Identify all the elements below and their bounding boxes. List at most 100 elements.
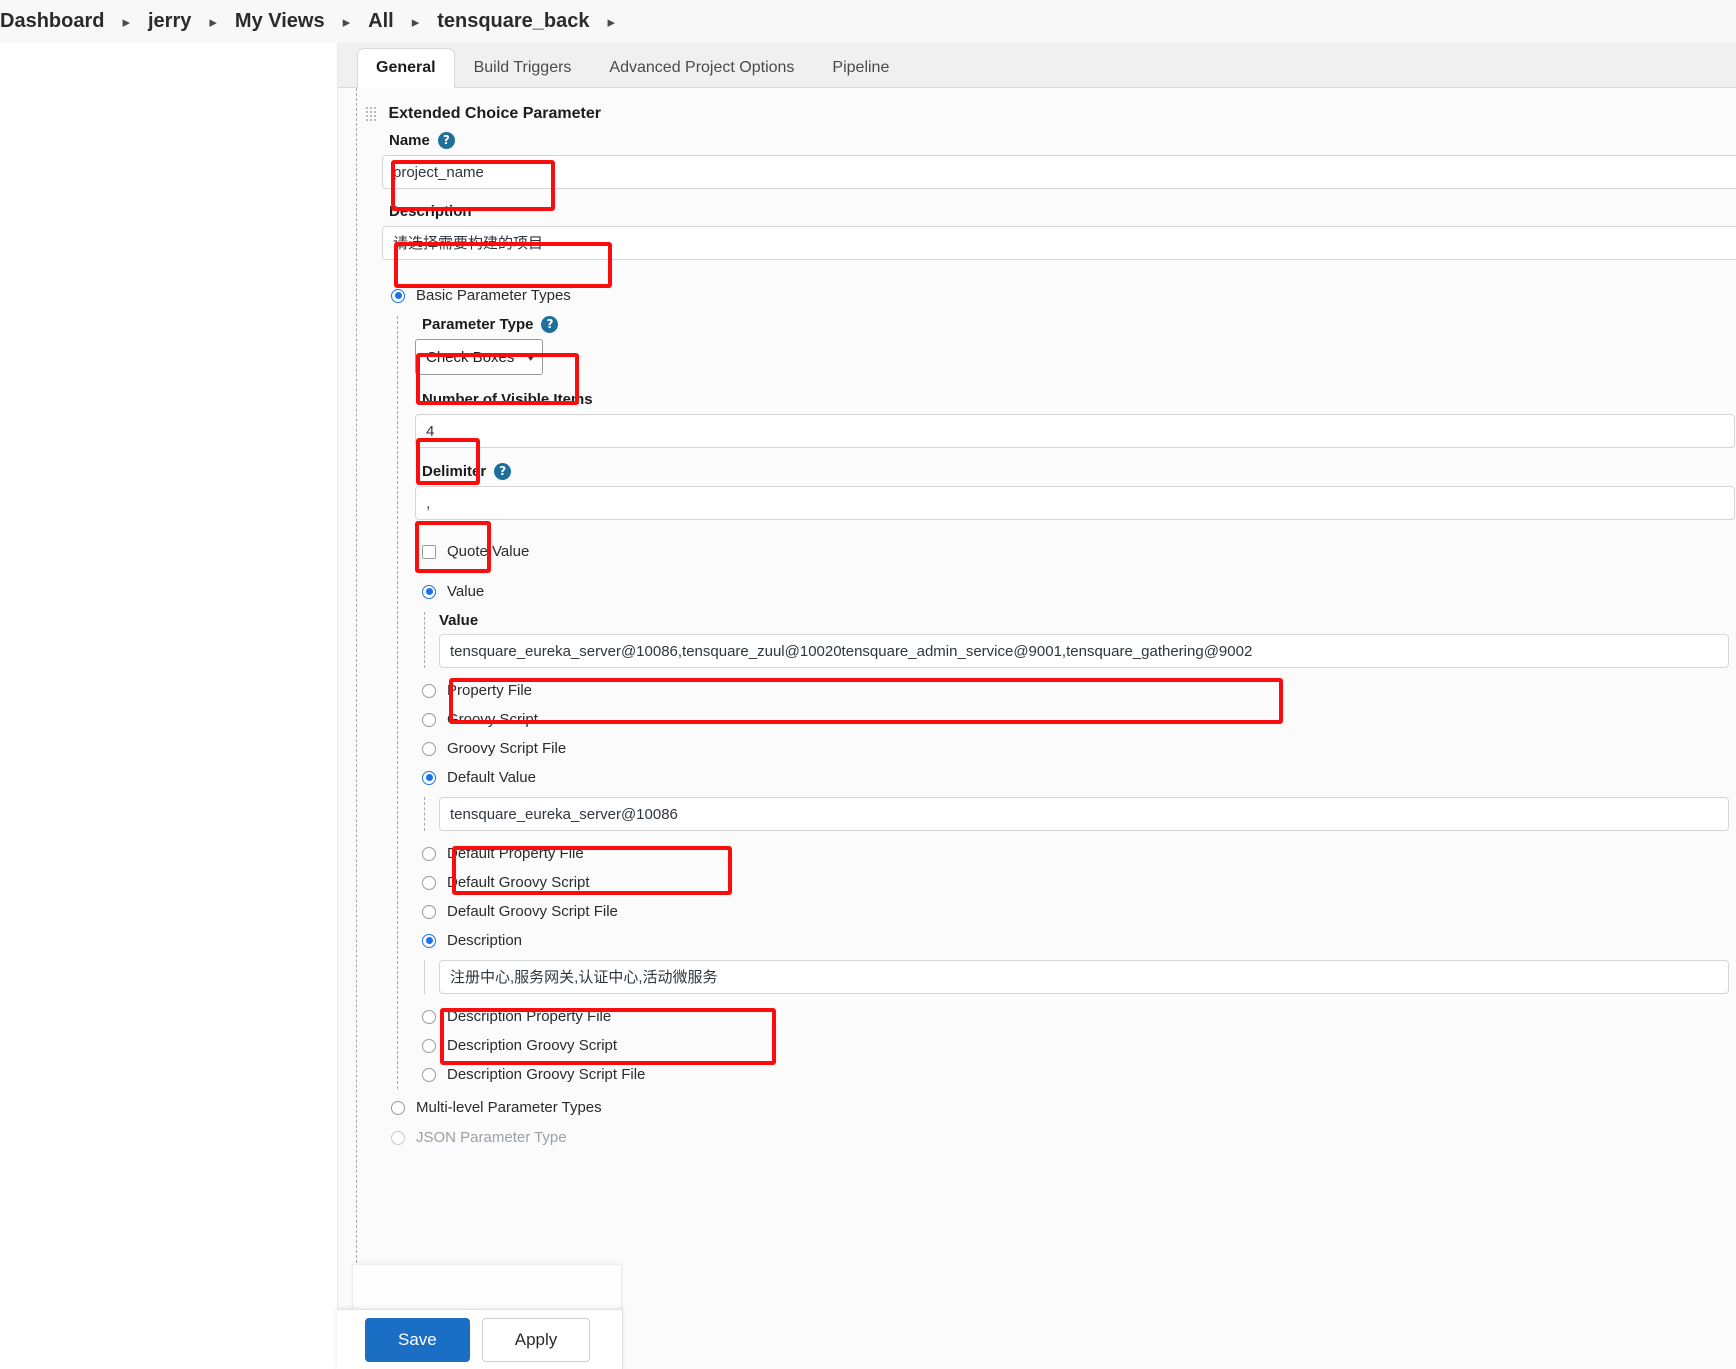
name-input-wrap: project_name: [358, 155, 1736, 190]
description-groovy-script-file-row[interactable]: Description Groovy Script File: [422, 1060, 1736, 1089]
delimiter-label: Delimiter: [422, 463, 487, 481]
parameter-type-selected-value: Check Boxes: [426, 348, 515, 366]
section-title: Extended Choice Parameter: [388, 105, 601, 122]
groovy-script-file-row[interactable]: Groovy Script File: [422, 734, 1736, 763]
apply-button[interactable]: Apply: [481, 1317, 591, 1362]
radio-groovy-script[interactable]: [422, 712, 436, 727]
general-form-body: Extended Choice Parameter Name ? project…: [338, 88, 1736, 1369]
description-value-input[interactable]: 注册中心,服务网关,认证中心,活动微服务: [439, 960, 1729, 995]
breadcrumb-item-all[interactable]: All: [360, 10, 402, 33]
breadcrumb-separator-icon: ▸: [122, 13, 130, 31]
basic-options-group: Parameter Type ? Check Boxes ▾ Number of…: [397, 316, 1736, 1090]
description-property-file-label: Description Property File: [447, 1008, 612, 1026]
radio-basic-parameter-types[interactable]: [391, 288, 405, 303]
description-source-options-group: Description Property File Description Gr…: [422, 1002, 1736, 1089]
radio-multi-level-parameter-types[interactable]: [391, 1100, 405, 1115]
help-icon[interactable]: ?: [494, 463, 512, 481]
radio-property-file[interactable]: [422, 683, 436, 698]
breadcrumb-item-tensquare-back[interactable]: tensquare_back: [429, 10, 597, 33]
radio-description[interactable]: [422, 933, 436, 948]
breadcrumb-item-dashboard[interactable]: Dashboard: [0, 10, 112, 33]
default-value-label: Default Value: [447, 769, 536, 787]
tab-advanced-project-options[interactable]: Advanced Project Options: [590, 48, 813, 88]
description-groovy-script-file-label: Description Groovy Script File: [447, 1066, 646, 1084]
section-header: Extended Choice Parameter: [358, 105, 1736, 123]
radio-json-parameter-type[interactable]: [391, 1130, 405, 1145]
description-source-row[interactable]: Description: [422, 926, 1736, 955]
name-input[interactable]: project_name: [382, 155, 1736, 190]
radio-default-groovy-script[interactable]: [422, 875, 436, 890]
default-property-file-row[interactable]: Default Property File: [422, 839, 1736, 868]
description-groovy-script-row[interactable]: Description Groovy Script: [422, 1031, 1736, 1060]
breadcrumb-separator-icon: ▸: [342, 13, 351, 31]
default-source-options-group: Default Property File Default Groovy Scr…: [422, 839, 1736, 955]
checkbox-quote-value[interactable]: [422, 544, 436, 559]
radio-description-property-file[interactable]: [422, 1009, 436, 1024]
help-icon[interactable]: ?: [541, 316, 559, 334]
json-parameter-type-row[interactable]: JSON Parameter Type: [358, 1123, 1736, 1152]
visible-items-label: Number of Visible Items: [422, 391, 593, 409]
default-value-input[interactable]: tensquare_eureka_server@10086: [439, 797, 1729, 832]
breadcrumb-item-jerry[interactable]: jerry: [140, 10, 199, 33]
value-field-group: Value tensquare_eureka_server@10086,tens…: [424, 612, 1736, 669]
description-value-field-group: 注册中心,服务网关,认证中心,活动微服务: [424, 960, 1736, 995]
default-groovy-script-file-row[interactable]: Default Groovy Script File: [422, 897, 1736, 926]
breadcrumb-separator-icon: ▸: [411, 13, 420, 31]
radio-default-property-file[interactable]: [422, 846, 436, 861]
multi-level-label: Multi-level Parameter Types: [416, 1099, 602, 1117]
delimiter-input-wrap: ,: [415, 486, 1736, 521]
description-property-file-row[interactable]: Description Property File: [422, 1002, 1736, 1031]
parameter-type-select-wrap: Check Boxes ▾: [415, 339, 1736, 376]
default-groovy-script-file-label: Default Groovy Script File: [447, 903, 618, 921]
value-field-label-row: Value: [439, 612, 1736, 629]
tab-build-triggers[interactable]: Build Triggers: [455, 48, 591, 88]
description-groovy-script-label: Description Groovy Script: [447, 1037, 618, 1055]
value-source-row[interactable]: Value: [422, 577, 1736, 606]
default-property-file-label: Default Property File: [447, 845, 584, 863]
description-label-row: Description: [389, 203, 1736, 220]
basic-parameter-types-row[interactable]: Basic Parameter Types: [358, 281, 1736, 310]
config-panel: General Build Triggers Advanced Project …: [337, 43, 1736, 1369]
value-source-options-group: Property File Groovy Script Groovy Scrip…: [422, 676, 1736, 792]
value-input[interactable]: tensquare_eureka_server@10086,tensquare_…: [439, 634, 1729, 669]
visible-items-input[interactable]: 4: [415, 414, 1735, 449]
radio-description-groovy-script[interactable]: [422, 1038, 436, 1053]
tab-general[interactable]: General: [357, 48, 455, 88]
help-icon[interactable]: ?: [437, 132, 455, 150]
drag-handle-icon[interactable]: [365, 106, 376, 122]
visible-items-input-wrap: 4: [415, 414, 1736, 449]
jenkins-job-config-page: Dashboard ▸ jerry ▸ My Views ▸ All ▸ ten…: [0, 0, 1736, 1369]
tab-pipeline[interactable]: Pipeline: [813, 48, 908, 88]
radio-groovy-script-file[interactable]: [422, 741, 436, 756]
description-input[interactable]: 请选择需要构建的项目: [382, 226, 1736, 261]
description-input-wrap: 请选择需要构建的项目: [358, 226, 1736, 261]
radio-description-groovy-script-file[interactable]: [422, 1067, 436, 1082]
description-label: Description: [389, 203, 472, 221]
parameter-type-select[interactable]: Check Boxes ▾: [415, 339, 543, 376]
name-label-row: Name ?: [389, 132, 1736, 150]
extended-choice-parameter-block: Extended Choice Parameter Name ? project…: [356, 88, 1736, 1288]
radio-value[interactable]: [422, 584, 436, 599]
property-file-row[interactable]: Property File: [422, 676, 1736, 705]
radio-default-value[interactable]: [422, 770, 436, 785]
parameter-type-label: Parameter Type: [422, 316, 534, 334]
breadcrumb-dropdown-icon[interactable]: ▸: [598, 13, 626, 31]
quote-value-label: Quote Value: [447, 543, 530, 561]
multi-level-row[interactable]: Multi-level Parameter Types: [358, 1093, 1736, 1122]
breadcrumb-separator-icon: ▸: [209, 13, 217, 31]
groovy-script-file-label: Groovy Script File: [447, 740, 567, 758]
chevron-down-icon: ▾: [527, 351, 536, 364]
value-field-label: Value: [439, 612, 479, 630]
breadcrumb-item-my-views[interactable]: My Views: [227, 10, 333, 33]
delimiter-label-row: Delimiter ?: [422, 463, 1736, 481]
default-value-row[interactable]: Default Value: [422, 763, 1736, 792]
save-button[interactable]: Save: [365, 1317, 470, 1362]
name-field-group: Name ?: [358, 132, 1736, 150]
quote-value-row[interactable]: Quote Value: [422, 537, 1736, 566]
delimiter-input[interactable]: ,: [415, 486, 1735, 521]
radio-default-groovy-script-file[interactable]: [422, 904, 436, 919]
basic-parameter-types-label: Basic Parameter Types: [416, 287, 571, 305]
default-groovy-script-row[interactable]: Default Groovy Script: [422, 868, 1736, 897]
json-parameter-type-label: JSON Parameter Type: [416, 1129, 567, 1147]
groovy-script-row[interactable]: Groovy Script: [422, 705, 1736, 734]
